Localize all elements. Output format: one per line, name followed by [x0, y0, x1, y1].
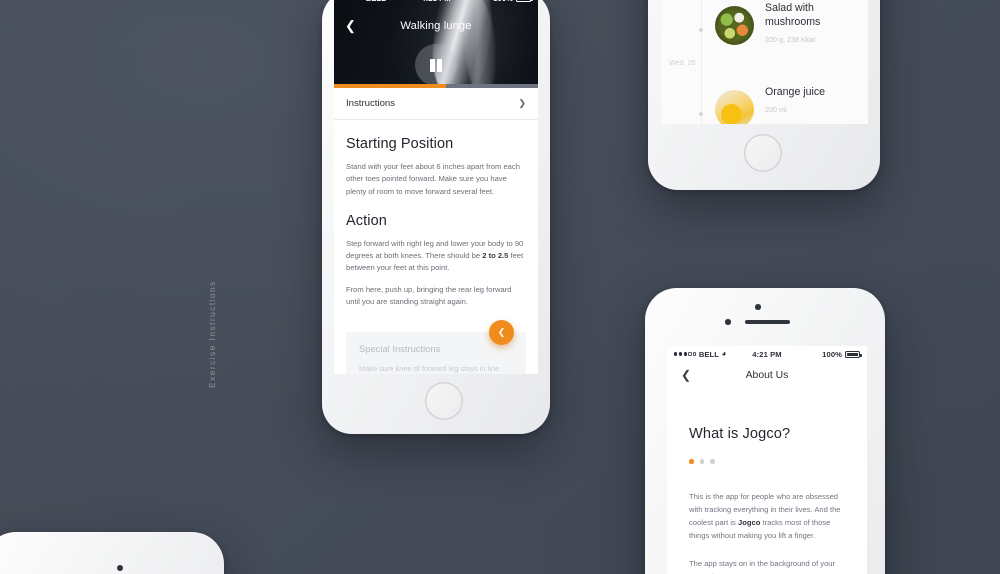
status-time: 4:21 PM — [421, 0, 450, 3]
timeline-rule — [701, 0, 702, 124]
meal-detail: 200 g, 238 Kkal — [765, 34, 815, 44]
meal-name: Orange juice — [765, 86, 826, 98]
signal-dots-icon — [674, 352, 696, 356]
wifi-icon: ◕ — [721, 349, 727, 358]
timeline-node-icon — [698, 28, 703, 32]
phone-walking-lunge: BELL ◕ 4:21 PM 100% ❮ Walking lunge — [322, 0, 550, 434]
home-button[interactable] — [744, 134, 782, 172]
exercise-navbar: ❮ Walking lunge — [334, 14, 538, 38]
phone-bottom-left — [0, 532, 224, 574]
about-navbar: ❮ About Us — [667, 362, 867, 388]
pagination-dot[interactable] — [710, 459, 715, 464]
about-paragraph-2: The app stays on in the background of yo… — [689, 558, 836, 574]
section-paragraph-action-2: From here, push up, bringing the rear le… — [346, 284, 512, 307]
day-label: Wed, 26 — [669, 58, 696, 67]
earpiece-speaker — [745, 320, 790, 324]
screen-about-us: BELL ◕ 4:21 PM 100% ❮ About Us What is J… — [667, 346, 867, 574]
battery-icon — [845, 350, 862, 358]
chevron-down-icon: ❯ — [518, 98, 526, 108]
about-heading: What is Jogco? — [689, 426, 791, 442]
meal-name: Salad with mushrooms — [765, 2, 821, 28]
timeline-node-icon — [698, 112, 703, 116]
pagination-dot-active[interactable] — [689, 459, 694, 464]
carrier-label: BELL — [366, 0, 386, 3]
battery-label: 100% — [822, 349, 842, 359]
back-button[interactable]: ❮ — [681, 368, 691, 382]
scene-background: Exercise Instructions BELL ◕ 4:21 PM — [0, 0, 1000, 574]
about-paragraph-1: This is the app for people who are obses… — [689, 491, 841, 540]
salad-photo — [715, 6, 754, 45]
scene-caption: Exercise Instructions — [207, 280, 217, 388]
section-paragraph-starting-position: Stand with your feet about 6 inches apar… — [346, 162, 520, 196]
screen-walking-lunge: BELL ◕ 4:21 PM 100% ❮ Walking lunge — [334, 0, 538, 374]
section-paragraph-action-1: Step forward with right leg and lower yo… — [346, 238, 524, 273]
section-heading-action: Action — [346, 212, 387, 229]
phone-about-us: BELL ◕ 4:21 PM 100% ❮ About Us What is J… — [645, 288, 885, 574]
page-title: About Us — [745, 369, 789, 381]
instructions-body: Starting Position Stand with your feet a… — [334, 121, 538, 374]
phone-meal-list: Salad with mushrooms 200 g, 238 Kkal Wed… — [648, 0, 880, 190]
pagination-dot[interactable] — [699, 459, 705, 464]
pagination-dots[interactable] — [689, 459, 845, 464]
front-camera-icon — [755, 304, 761, 310]
status-bar: BELL ◕ 4:21 PM 100% — [667, 346, 867, 362]
wifi-icon: ◕ — [389, 0, 394, 2]
back-button[interactable]: ❮ — [345, 14, 356, 38]
battery-label: 100% — [493, 0, 513, 3]
carrier-label: BELL — [698, 349, 720, 359]
status-time: 4:21 PM — [752, 349, 782, 359]
pause-button[interactable] — [415, 44, 457, 84]
about-body: What is Jogco? This is the app for peopl… — [667, 388, 867, 574]
sensor-dot-icon — [725, 319, 731, 325]
screen-meal-list: Salad with mushrooms 200 g, 238 Kkal Wed… — [661, 0, 868, 124]
pause-icon — [430, 58, 435, 72]
chevron-up-icon: ❮ — [497, 327, 506, 337]
home-button[interactable] — [425, 382, 463, 420]
status-bar: BELL ◕ 4:21 PM 100% — [334, 0, 538, 6]
special-instructions-title: Special Instructions — [359, 343, 441, 354]
special-instructions-text: Make sure knee of forward leg stays in l… — [359, 364, 500, 373]
accordion-label: Instructions — [346, 98, 396, 109]
exercise-title: Walking lunge — [400, 20, 472, 32]
front-camera-icon — [117, 565, 123, 571]
meal-detail: 200 ml — [765, 104, 787, 114]
collapse-fab-button[interactable]: ❮ — [489, 320, 514, 345]
battery-icon — [516, 0, 533, 2]
exercise-hero: BELL ◕ 4:21 PM 100% ❮ Walking lunge — [334, 0, 538, 84]
accordion-instructions[interactable]: Instructions ❯ — [334, 88, 538, 120]
special-instructions-card: ❮ Special Instructions Make sure knee of… — [346, 320, 526, 374]
orange-juice-photo — [715, 90, 754, 124]
section-heading-starting-position: Starting Position — [346, 136, 454, 152]
